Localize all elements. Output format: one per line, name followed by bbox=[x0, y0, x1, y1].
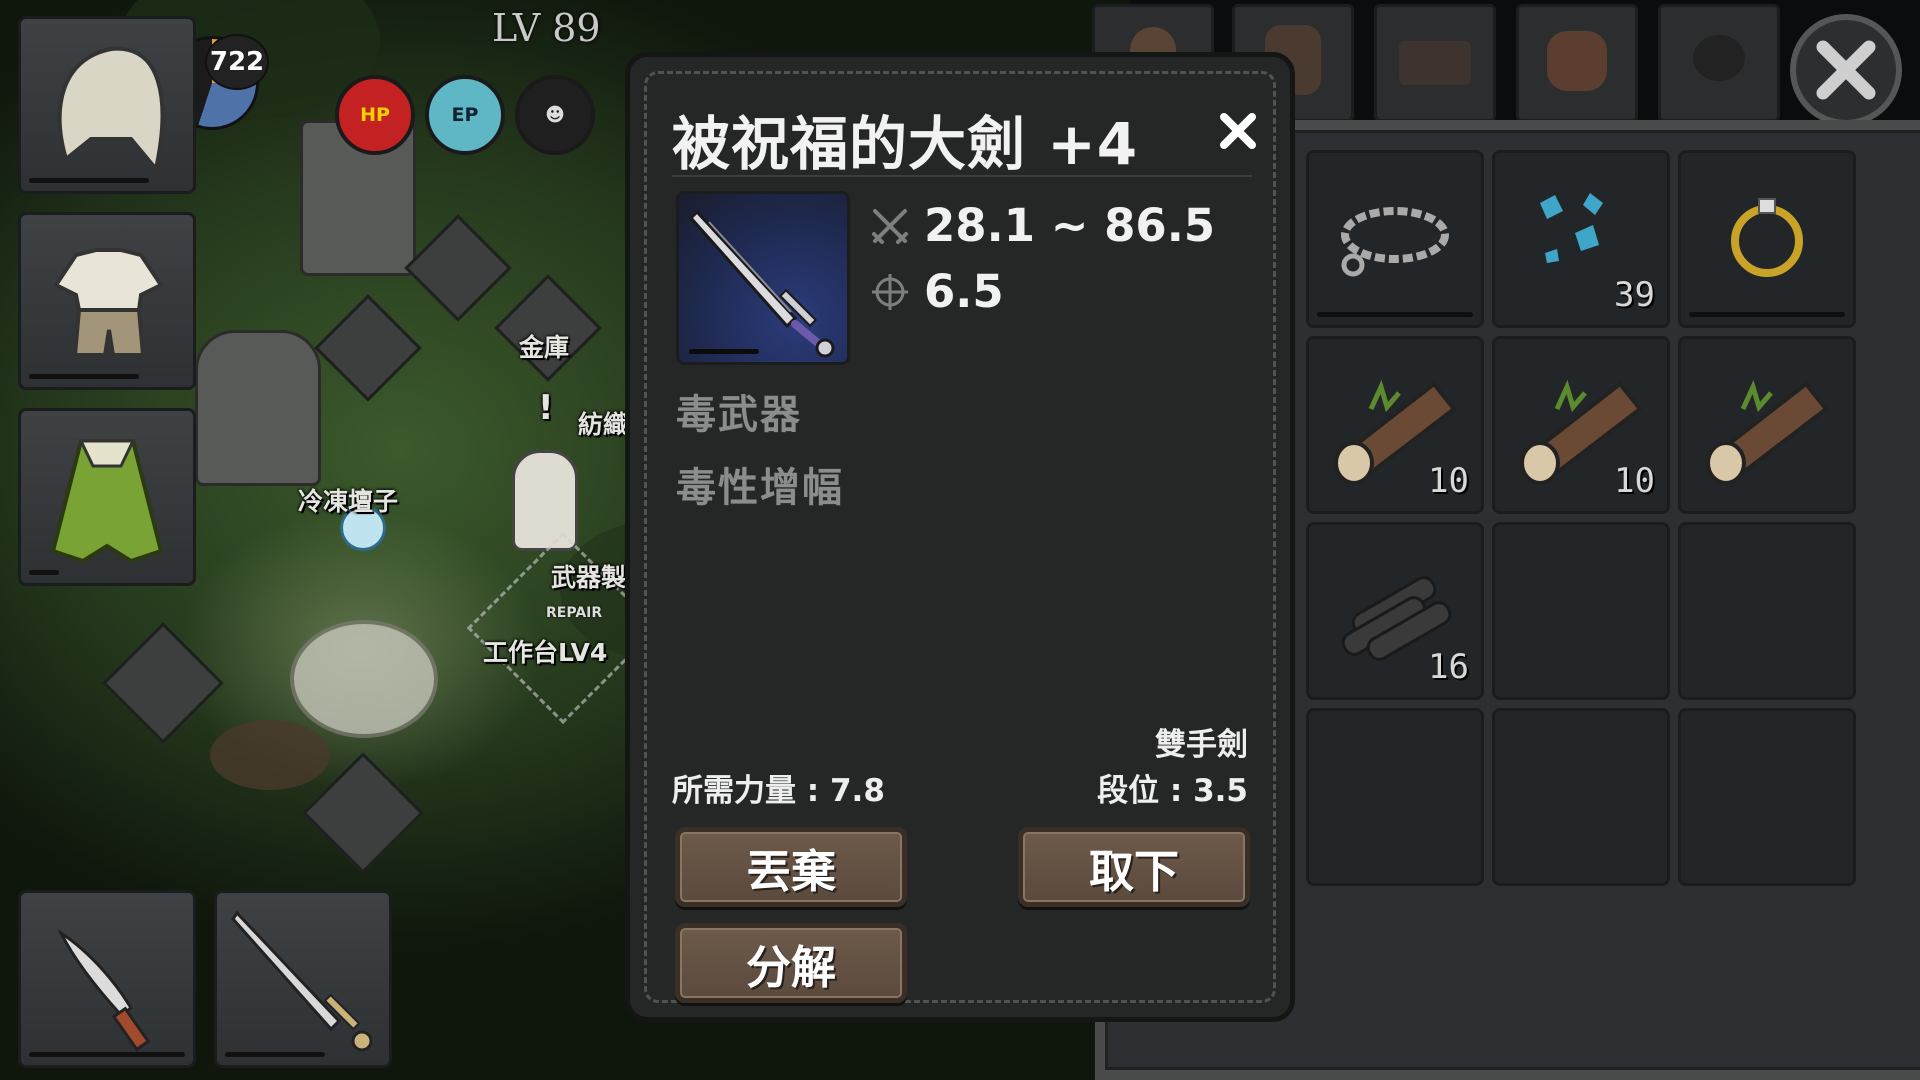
durability-bar bbox=[29, 570, 59, 575]
greatsword-icon bbox=[231, 910, 373, 1052]
item-quantity: 39 bbox=[1614, 275, 1655, 315]
item-detail-modal: 被祝福的大劍 +4 28.1 ~ 86.5 6.5 毒武器 毒性增幅 雙手劍 所… bbox=[625, 52, 1295, 1022]
item-quantity: 10 bbox=[1614, 461, 1655, 501]
dirt-patch bbox=[210, 720, 330, 790]
inventory-slot[interactable]: 10 bbox=[1492, 336, 1670, 514]
hood-icon bbox=[57, 46, 165, 174]
inventory-slot[interactable] bbox=[1678, 150, 1856, 328]
close-icon bbox=[1816, 40, 1876, 100]
accuracy-value: 6.5 bbox=[924, 265, 1004, 318]
disassemble-button[interactable]: 分解 bbox=[675, 923, 907, 1003]
weapon-workshop-label: 武器製 bbox=[551, 563, 627, 592]
durability-bar bbox=[1689, 312, 1845, 317]
item-icon-slot bbox=[676, 191, 850, 365]
equip-slot-offhand[interactable] bbox=[18, 890, 196, 1068]
inventory-slot-empty[interactable] bbox=[1678, 522, 1856, 700]
trait-poison-weapon: 毒武器 bbox=[676, 392, 802, 438]
equip-slot-body[interactable] bbox=[18, 212, 196, 390]
loom-label: 紡織 bbox=[578, 410, 629, 439]
item-tier: 段位 : 3.5 bbox=[1097, 773, 1248, 809]
required-strength: 所需力量 : 7.8 bbox=[672, 773, 885, 809]
item-name: 被祝福的大劍 +4 bbox=[672, 110, 1139, 178]
repair-text: REPAIR bbox=[546, 605, 603, 621]
item-quantity: 10 bbox=[1428, 461, 1469, 501]
gold-ring-icon bbox=[1731, 198, 1803, 277]
discard-button[interactable]: 丟棄 bbox=[675, 827, 907, 907]
cold-jar-label: 冷凍壇子 bbox=[298, 487, 399, 516]
hp-label: HP bbox=[360, 104, 390, 126]
inventory-tab-5[interactable] bbox=[1658, 4, 1780, 122]
close-icon bbox=[1220, 113, 1256, 149]
chain-necklace-icon bbox=[1341, 207, 1449, 277]
damage-row: 28.1 ~ 86.5 bbox=[870, 199, 1215, 252]
greatsword-icon bbox=[688, 209, 835, 358]
durability-bar bbox=[29, 1052, 185, 1057]
skull-icon bbox=[1693, 35, 1745, 81]
knife-icon bbox=[57, 928, 151, 1052]
durability-bar bbox=[29, 374, 139, 379]
accuracy-row: 6.5 bbox=[870, 265, 1004, 318]
chest-icon bbox=[1399, 41, 1471, 85]
trait-poison-amplify: 毒性增幅 bbox=[676, 465, 844, 511]
cape-icon bbox=[50, 439, 164, 564]
equip-slot-back[interactable] bbox=[18, 408, 196, 586]
inventory-tab-4[interactable] bbox=[1516, 4, 1638, 122]
player-level: LV 89 bbox=[492, 6, 601, 50]
durability-bar bbox=[225, 1052, 325, 1057]
stone-kiln[interactable] bbox=[195, 330, 321, 486]
crate[interactable] bbox=[404, 214, 512, 322]
inventory-slot-empty[interactable] bbox=[1492, 522, 1670, 700]
alert-mark: ! bbox=[538, 388, 554, 428]
ep-orb[interactable]: EP bbox=[425, 75, 505, 155]
day-counter: 722 bbox=[205, 34, 269, 90]
inventory-slot-empty[interactable] bbox=[1306, 708, 1484, 886]
log-icon bbox=[1706, 379, 1829, 485]
inventory-slot[interactable] bbox=[1678, 336, 1856, 514]
inventory-slot[interactable] bbox=[1306, 150, 1484, 328]
unequip-button[interactable]: 取下 bbox=[1018, 827, 1250, 907]
inventory-slot[interactable]: 10 bbox=[1306, 336, 1484, 514]
inventory-slot[interactable]: 16 bbox=[1306, 522, 1484, 700]
hunger-orb[interactable]: ☻ bbox=[515, 75, 595, 155]
inventory-slot-empty[interactable] bbox=[1492, 708, 1670, 886]
inventory-tab-3[interactable] bbox=[1374, 4, 1496, 122]
damage-value: 28.1 ~ 86.5 bbox=[924, 199, 1216, 252]
skull-face-icon: ☻ bbox=[545, 104, 565, 126]
equip-slot-mainhand[interactable] bbox=[214, 890, 392, 1068]
inventory-slot[interactable]: 39 bbox=[1492, 150, 1670, 328]
player-character[interactable] bbox=[512, 450, 578, 551]
item-quantity: 16 bbox=[1428, 647, 1469, 687]
durability-bar bbox=[689, 349, 759, 354]
close-inventory-button[interactable] bbox=[1790, 14, 1902, 126]
crate[interactable] bbox=[314, 294, 422, 402]
durability-bar bbox=[29, 178, 149, 183]
storage-box[interactable] bbox=[102, 622, 224, 744]
crossed-swords-icon bbox=[872, 208, 908, 244]
inventory-slot-empty[interactable] bbox=[1678, 708, 1856, 886]
campfire-stone-ring[interactable] bbox=[290, 620, 438, 738]
bag-icon bbox=[1547, 31, 1607, 91]
shirt-icon bbox=[53, 248, 164, 357]
hp-orb[interactable]: HP bbox=[335, 75, 415, 155]
title-divider bbox=[672, 175, 1252, 177]
vault-label: 金庫 bbox=[519, 333, 570, 362]
workbench-label: 工作台LV4 bbox=[483, 638, 608, 667]
equip-slot-head[interactable] bbox=[18, 16, 196, 194]
weapon-type: 雙手劍 bbox=[1155, 727, 1248, 763]
modal-close-button[interactable] bbox=[1208, 101, 1268, 161]
durability-bar bbox=[1317, 312, 1473, 317]
crosshair-icon bbox=[872, 273, 908, 310]
ep-label: EP bbox=[451, 104, 479, 126]
